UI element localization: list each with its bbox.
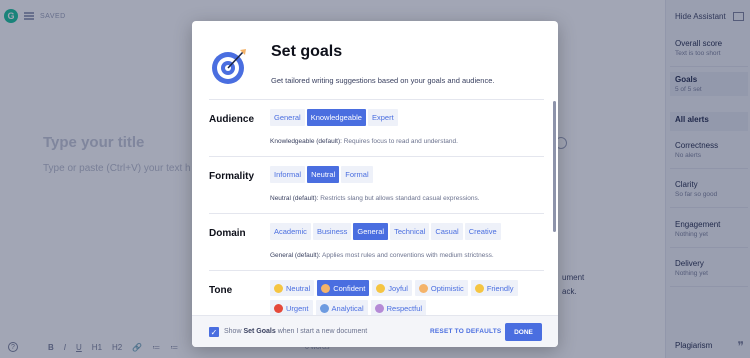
- desc-head: General (default):: [270, 252, 321, 259]
- domain-option-casual[interactable]: Casual: [431, 223, 463, 240]
- audience-option-expert[interactable]: Expert: [367, 109, 398, 126]
- tone-option-friendly[interactable]: Friendly: [470, 280, 518, 296]
- tone-option-label: Joyful: [388, 283, 408, 293]
- formality-option-informal[interactable]: Informal: [270, 166, 306, 183]
- domain-description: General (default): Applies most rules an…: [270, 252, 494, 259]
- reset-to-defaults-button[interactable]: RESET TO DEFAULTS: [430, 328, 501, 335]
- domain-option-technical[interactable]: Technical: [390, 223, 430, 240]
- domain-label: Domain: [209, 228, 246, 239]
- domain-section: Domain Academic Business General Technic…: [209, 213, 544, 270]
- show-bold: Set Goals: [243, 328, 276, 335]
- tone-option-joyful[interactable]: Joyful: [372, 280, 412, 296]
- goals-scroll-area[interactable]: Audience General Knowledgeable Expert Kn…: [192, 99, 558, 315]
- audience-options: General Knowledgeable Expert: [270, 109, 398, 126]
- domain-option-creative[interactable]: Creative: [464, 223, 501, 240]
- respectful-icon: [374, 303, 384, 313]
- victory-hand-icon: [418, 283, 428, 293]
- desc-body: Restricts slang but allows standard casu…: [318, 195, 480, 202]
- tone-option-confident[interactable]: Confident: [317, 280, 370, 296]
- tone-section: Tone Neutral Confident Joyful Optimistic…: [209, 270, 544, 315]
- dialog-scrollbar[interactable]: [553, 101, 556, 232]
- tone-option-label: Confident: [333, 283, 366, 293]
- dialog-footer: ✓ Show Set Goals when I start a new docu…: [192, 315, 558, 347]
- audience-option-general[interactable]: General: [270, 109, 305, 126]
- friendly-face-icon: [474, 283, 484, 293]
- formality-label: Formality: [209, 171, 255, 182]
- audience-section: Audience General Knowledgeable Expert Kn…: [209, 99, 544, 156]
- tone-label: Tone: [209, 285, 233, 296]
- tone-option-label: Analytical: [331, 303, 364, 313]
- modal-title: Set goals: [271, 43, 343, 60]
- set-goals-dialog: Set goals Get tailored writing suggestio…: [192, 21, 558, 347]
- tone-option-label: Neutral: [286, 283, 311, 293]
- tone-option-label: Friendly: [486, 283, 514, 293]
- show-prefix: Show: [224, 328, 244, 335]
- audience-description: Knowledgeable (default): Requires focus …: [270, 138, 458, 145]
- tone-option-analytical[interactable]: Analytical: [315, 300, 368, 315]
- tone-option-label: Urgent: [286, 303, 309, 313]
- tone-option-neutral[interactable]: Neutral: [270, 280, 315, 296]
- formality-section: Formality Informal Neutral Formal Neutra…: [209, 156, 544, 213]
- show-set-goals-checkbox[interactable]: ✓: [209, 327, 219, 337]
- formality-description: Neutral (default): Restricts slang but a…: [270, 195, 480, 202]
- tone-option-respectful[interactable]: Respectful: [370, 300, 427, 315]
- audience-label: Audience: [209, 114, 255, 125]
- desc-body: Requires focus to read and understand.: [341, 138, 458, 145]
- audience-option-knowledgeable[interactable]: Knowledgeable: [306, 109, 366, 126]
- smile-face-icon: [376, 283, 386, 293]
- show-set-goals-label: Show Set Goals when I start a new docume…: [224, 328, 367, 335]
- tone-option-label: Optimistic: [430, 283, 464, 293]
- handshake-icon: [321, 283, 331, 293]
- formality-options: Informal Neutral Formal: [270, 166, 373, 183]
- desc-body: Applies most rules and conventions with …: [320, 252, 494, 259]
- domain-options: Academic Business General Technical Casu…: [270, 223, 501, 240]
- show-suffix: when I start a new document: [275, 328, 368, 335]
- modal-subtitle: Get tailored writing suggestions based o…: [271, 76, 495, 85]
- formality-option-formal[interactable]: Formal: [341, 166, 373, 183]
- target-icon: [212, 49, 246, 84]
- neutral-face-icon: [274, 283, 283, 293]
- desc-head: Knowledgeable (default):: [270, 138, 342, 145]
- chart-icon: [319, 303, 329, 313]
- domain-option-general[interactable]: General: [353, 223, 389, 240]
- done-button[interactable]: DONE: [505, 323, 542, 341]
- alarm-clock-icon: [274, 303, 283, 313]
- domain-option-business[interactable]: Business: [312, 223, 352, 240]
- domain-option-academic[interactable]: Academic: [270, 223, 311, 240]
- tone-option-urgent[interactable]: Urgent: [270, 300, 313, 315]
- tone-options: Neutral Confident Joyful Optimistic Frie…: [270, 280, 540, 315]
- formality-option-neutral[interactable]: Neutral: [307, 166, 340, 183]
- tone-option-label: Respectful: [386, 303, 423, 313]
- tone-option-optimistic[interactable]: Optimistic: [414, 280, 468, 296]
- desc-head: Neutral (default):: [270, 195, 319, 202]
